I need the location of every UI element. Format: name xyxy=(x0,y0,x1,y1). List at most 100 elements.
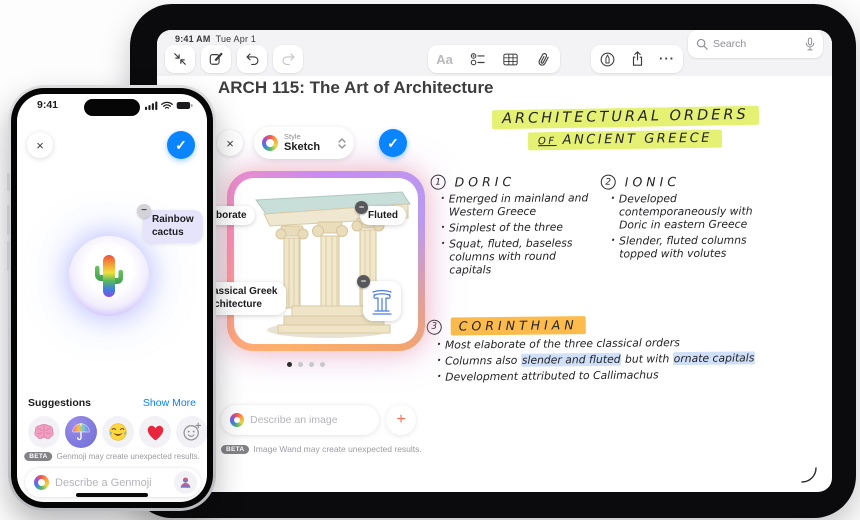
ipad-device: 9:41 AMTue Apr 1 100% Aa xyxy=(130,4,856,518)
undo-icon xyxy=(246,53,258,65)
search-field[interactable]: Search xyxy=(688,30,823,58)
paperclip-icon xyxy=(538,52,549,66)
red-heart-emoji[interactable] xyxy=(139,416,171,448)
ellipsis-icon: ··· xyxy=(659,51,675,66)
person-genmoji-button[interactable] xyxy=(174,471,197,494)
iphone-bezel: 9:41 × ✓ − Rainbow cactus Suggestions Sh… xyxy=(11,88,213,508)
table-button[interactable] xyxy=(494,45,527,73)
section-number: 1 xyxy=(430,174,446,190)
image-wand-beta-disclaimer: BETA Image Wand may create unexpected re… xyxy=(221,444,422,454)
undo-button[interactable] xyxy=(237,45,267,73)
minus-icon: − xyxy=(358,202,365,212)
markup-button[interactable] xyxy=(592,45,622,73)
ipad-status-bar: 9:41 AM Tue Apr 1 xyxy=(175,34,256,44)
bullet: Simplest of the three xyxy=(441,220,593,235)
section-title: IONIC xyxy=(624,174,681,190)
page-dot[interactable] xyxy=(287,362,292,367)
checklist-button[interactable] xyxy=(461,45,494,73)
plus-icon: + xyxy=(396,411,406,428)
text-format-icon: Aa xyxy=(436,51,453,67)
beta-badge: BETA xyxy=(221,444,250,454)
style-picker[interactable]: Style Sketch xyxy=(254,127,354,159)
remove-chip-button[interactable]: − xyxy=(137,204,151,218)
describe-genmoji-placeholder: Describe a Genmoji xyxy=(55,476,152,489)
section-number: 2 xyxy=(600,174,616,190)
attachment-button[interactable] xyxy=(527,45,560,73)
remove-chip-button[interactable]: − xyxy=(357,275,370,288)
wifi-icon xyxy=(161,101,173,109)
section-title: DORIC xyxy=(454,173,516,190)
iphone-status-indicators xyxy=(145,101,193,110)
dictation-mic-icon[interactable] xyxy=(805,37,815,51)
checkmark-icon: ✓ xyxy=(175,136,187,153)
genmoji-accept-button[interactable]: ✓ xyxy=(167,131,195,159)
sketch-thumbnail-chip[interactable]: − xyxy=(357,275,401,321)
iphone-device: 9:41 × ✓ − Rainbow cactus Suggestions Sh… xyxy=(7,85,216,511)
bullet: Most elaborate of the three classical or… xyxy=(437,335,767,351)
style-label: Style xyxy=(284,132,301,142)
heading-line2: OF ANCIENT GREECE xyxy=(527,129,723,151)
format-toolbar-group: Aa xyxy=(428,45,560,73)
describe-image-input[interactable]: Describe an image xyxy=(221,405,379,435)
corner-gesture-indicator[interactable] xyxy=(800,466,818,484)
suggestions-header: Suggestions Show More xyxy=(28,397,196,409)
chevron-up-down-icon xyxy=(338,137,346,149)
show-more-link[interactable]: Show More xyxy=(143,397,196,409)
page-dot[interactable] xyxy=(298,362,303,367)
image-pagination-dots[interactable] xyxy=(287,362,325,367)
shrink-window-icon xyxy=(174,53,186,65)
shrink-window-button[interactable] xyxy=(165,45,195,73)
rainbow-umbrella-emoji[interactable] xyxy=(65,416,97,448)
search-icon xyxy=(696,38,708,50)
section-title: CORINTHIAN xyxy=(450,316,586,336)
handwritten-heading: ARCHITECTURAL ORDERS OF ANCIENT GREECE xyxy=(445,105,805,151)
beta-badge: BETA xyxy=(24,452,53,461)
bullet: Development attributed to Callimachus xyxy=(437,367,767,383)
style-color-icon xyxy=(262,135,278,151)
apple-intelligence-icon xyxy=(34,475,49,490)
markup-pencil-icon xyxy=(600,52,614,66)
redo-button[interactable] xyxy=(273,45,303,73)
ipad-status-time: 9:41 AM xyxy=(175,34,211,44)
brain-emoji[interactable] xyxy=(28,416,60,448)
compose-button[interactable] xyxy=(201,45,231,73)
image-wand-close-button[interactable]: × xyxy=(217,130,243,156)
share-button[interactable] xyxy=(622,45,652,73)
table-icon xyxy=(503,53,518,65)
bullet: Emerged in mainland and Western Greece xyxy=(441,191,593,218)
page-dot[interactable] xyxy=(320,362,325,367)
minus-icon: − xyxy=(141,205,147,216)
add-description-button[interactable]: + xyxy=(386,405,416,435)
prompt-chip-rainbow-cactus[interactable]: − Rainbow cactus xyxy=(137,204,203,243)
genmoji-preview-bubble xyxy=(69,236,149,316)
remove-chip-button[interactable]: − xyxy=(355,201,368,214)
ipad-status-date: Tue Apr 1 xyxy=(215,34,257,44)
cellular-signal-icon xyxy=(145,101,158,110)
genmoji-beta-disclaimer: BETA Genmoji may create unexpected resul… xyxy=(24,452,200,461)
iphone-screen: 9:41 × ✓ − Rainbow cactus Suggestions Sh… xyxy=(17,94,207,502)
rainbow-cactus-genmoji xyxy=(95,255,123,297)
add-emoji-button[interactable] xyxy=(176,416,207,448)
volume-up-button xyxy=(7,205,10,235)
laughing-crying-emoji[interactable] xyxy=(102,416,134,448)
genmoji-close-button[interactable]: × xyxy=(27,132,53,158)
generated-image-card[interactable] xyxy=(227,171,425,351)
close-icon: × xyxy=(36,137,44,153)
text-format-button[interactable]: Aa xyxy=(428,45,461,73)
column-sketch-icon xyxy=(372,289,392,315)
dynamic-island xyxy=(84,99,140,116)
more-button[interactable]: ··· xyxy=(652,45,682,73)
home-indicator[interactable] xyxy=(76,493,148,497)
image-wand-accept-button[interactable]: ✓ xyxy=(379,129,407,157)
search-placeholder: Search xyxy=(713,38,747,50)
bullet: Columns also slender and fluted but with… xyxy=(437,351,767,368)
bullet: Developed contemporaneously with Doric i… xyxy=(611,191,779,231)
blue-highlight: ornate capitals xyxy=(672,351,756,366)
compose-icon xyxy=(209,52,223,65)
checkmark-icon: ✓ xyxy=(387,134,399,151)
redo-icon xyxy=(282,53,294,65)
iphone-status-time: 9:41 xyxy=(37,99,59,111)
hero-image: 9:41 AMTue Apr 1 100% Aa xyxy=(0,0,860,520)
page-dot[interactable] xyxy=(309,362,314,367)
suggestion-chip-fluted[interactable]: − Fluted xyxy=(355,201,406,225)
